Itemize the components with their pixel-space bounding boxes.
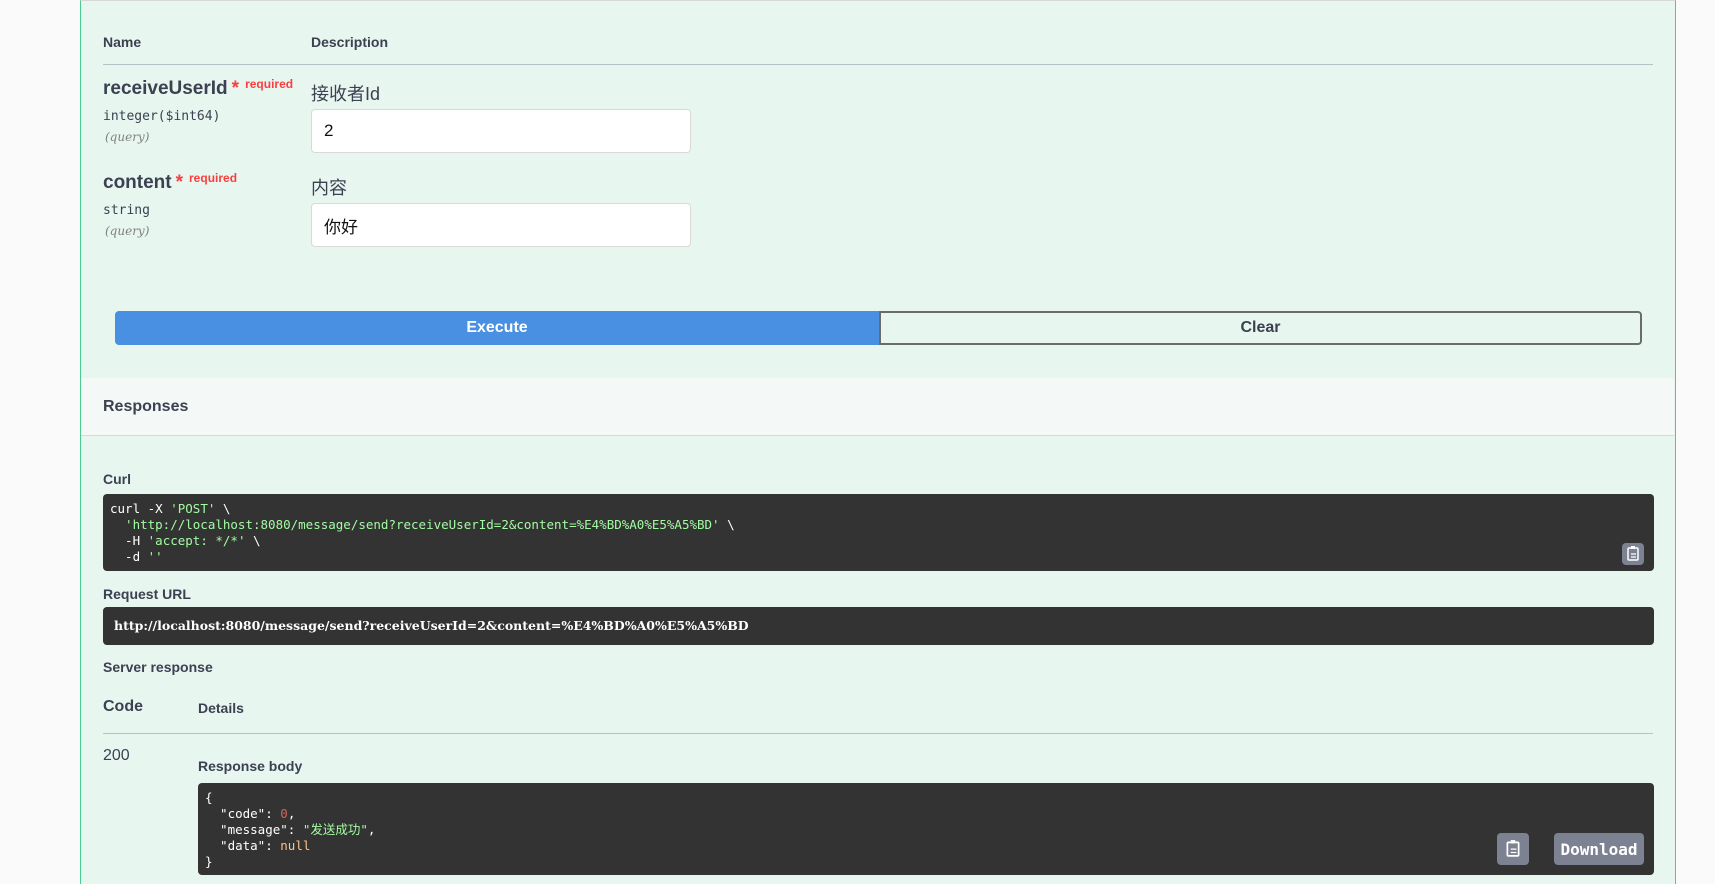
line-continuation: \ xyxy=(245,533,261,548)
json-number: 0 xyxy=(280,806,288,821)
json-null: null xyxy=(280,838,311,853)
curl-cmd: curl -X xyxy=(110,501,171,516)
curl-label: Curl xyxy=(103,471,131,487)
response-header-divider xyxy=(103,733,1653,734)
json-key: "code" xyxy=(205,806,266,821)
required-label: required xyxy=(245,77,294,91)
curl-header: 'accept: */*' xyxy=(147,533,246,548)
params-header-name: Name xyxy=(103,34,142,50)
curl-header-flag: -H xyxy=(110,533,148,548)
params-header-description: Description xyxy=(311,34,389,50)
curl-url: 'http://localhost:8080/message/send?rece… xyxy=(110,517,720,532)
brace: } xyxy=(205,854,213,869)
code-header: Code xyxy=(103,698,143,715)
param-name: content xyxy=(103,172,172,193)
param-name: receiveUserId xyxy=(103,78,228,99)
param-receiveUserId: receiveUserId * required xyxy=(103,77,294,100)
clipboard-icon xyxy=(1505,839,1521,860)
response-copy-button[interactable] xyxy=(1497,833,1529,865)
status-code: 200 xyxy=(103,747,130,764)
execute-button[interactable]: Execute xyxy=(115,311,879,345)
param-type: integer($int64) xyxy=(103,109,221,124)
receive-user-id-input[interactable]: 2 xyxy=(311,109,691,153)
content-input[interactable]: 你好 xyxy=(311,203,691,247)
brace: { xyxy=(205,790,213,805)
curl-data-flag: -d xyxy=(110,549,148,564)
request-url-block[interactable]: http://localhost:8080/message/send?recei… xyxy=(103,607,1654,645)
param-description: 接收者Id xyxy=(311,84,381,104)
json-key: "data" xyxy=(205,838,266,853)
param-location: (query) xyxy=(105,130,150,144)
required-label: required xyxy=(189,171,238,185)
json-string: "发送成功" xyxy=(302,822,368,837)
clipboard-icon xyxy=(1626,545,1640,564)
params-header-divider xyxy=(103,64,1653,65)
response-body-block[interactable]: { "code": 0, "message": "发送成功", "data": … xyxy=(198,783,1654,875)
param-type: string xyxy=(103,203,150,218)
responses-header: Responses xyxy=(81,378,1674,436)
param-location: (query) xyxy=(105,224,150,238)
required-star: * xyxy=(231,78,240,99)
line-continuation: \ xyxy=(719,517,735,532)
curl-code-block[interactable]: curl -X 'POST' \ 'http://localhost:8080/… xyxy=(103,494,1654,571)
param-description: 内容 xyxy=(311,178,347,198)
param-content: content * required xyxy=(103,171,238,194)
responses-title: Responses xyxy=(103,398,189,415)
clear-button[interactable]: Clear xyxy=(879,311,1642,345)
curl-method: 'POST' xyxy=(170,501,216,516)
required-star: * xyxy=(175,172,184,193)
line-continuation: \ xyxy=(215,501,231,516)
details-header: Details xyxy=(198,700,244,716)
response-body-label: Response body xyxy=(198,758,303,774)
server-response-label: Server response xyxy=(103,659,213,675)
request-url-label: Request URL xyxy=(103,586,191,602)
curl-data: '' xyxy=(147,549,163,564)
json-key: "message" xyxy=(205,822,288,837)
request-url: http://localhost:8080/message/send?recei… xyxy=(114,618,749,633)
download-button[interactable]: Download xyxy=(1554,833,1644,865)
curl-copy-button[interactable] xyxy=(1622,543,1644,565)
